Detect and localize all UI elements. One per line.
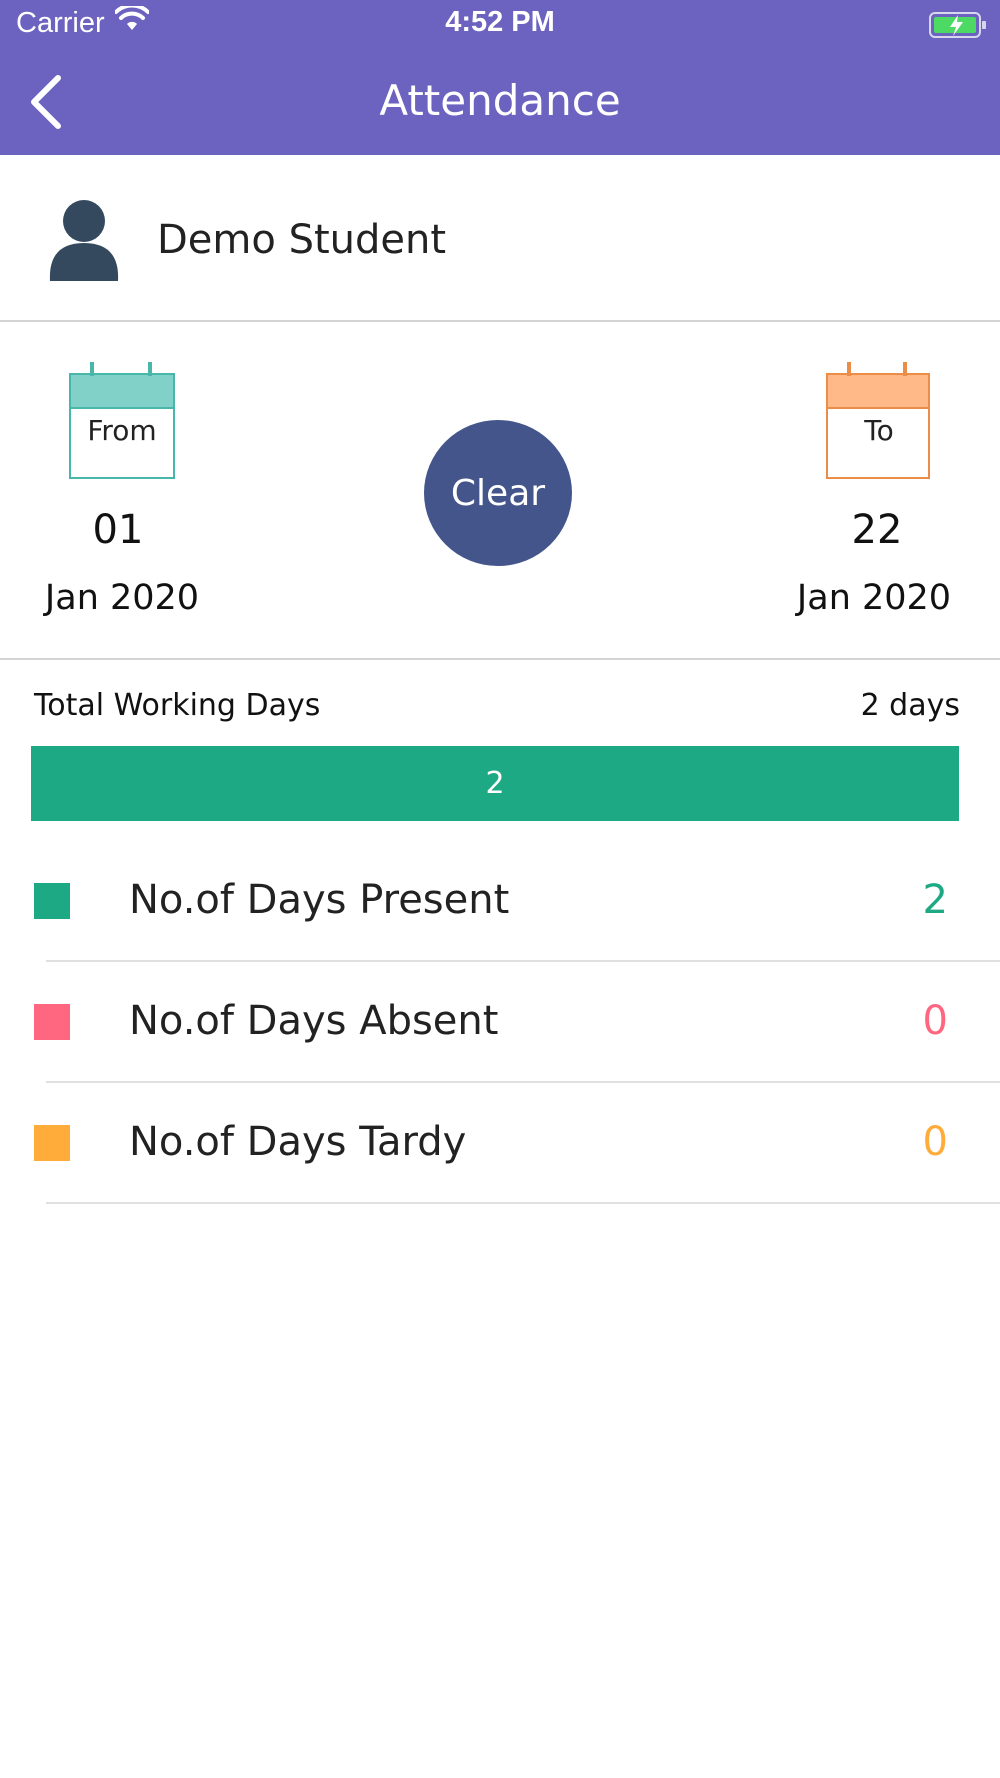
student-row: Demo Student	[0, 155, 1000, 322]
working-days-label: Total Working Days	[34, 688, 321, 723]
tardy-value: 0	[922, 1119, 948, 1165]
from-month-year: Jan 2020	[44, 578, 200, 618]
absent-color-swatch	[34, 1004, 70, 1040]
tardy-color-swatch	[34, 1125, 70, 1161]
app-header: Carrier 4:52 PM Attendance	[0, 0, 1000, 155]
working-days-bar-fill: 2	[31, 746, 959, 821]
from-date-picker[interactable]: From	[68, 362, 176, 480]
present-value: 2	[922, 877, 948, 923]
battery-icon	[928, 10, 988, 44]
absent-value: 0	[922, 998, 948, 1044]
from-label: From	[87, 414, 157, 447]
present-label: No.of Days Present	[129, 877, 510, 923]
clear-button[interactable]: Clear	[424, 420, 572, 566]
working-days-bar: 2	[31, 746, 959, 821]
person-icon	[46, 197, 122, 285]
from-day: 01	[92, 507, 144, 553]
tardy-label: No.of Days Tardy	[129, 1119, 467, 1165]
working-days-value: 2 days	[860, 688, 960, 723]
stat-row-tardy: No.of Days Tardy 0	[0, 1083, 1000, 1204]
stat-row-absent: No.of Days Absent 0	[0, 962, 1000, 1083]
absent-label: No.of Days Absent	[129, 998, 499, 1044]
status-time: 4:52 PM	[445, 6, 555, 38]
stat-row-present: No.of Days Present 2	[0, 841, 1000, 962]
to-label: To	[864, 414, 894, 447]
student-name: Demo Student	[157, 217, 447, 263]
date-range-section: From 01 Jan 2020 Clear To 22 Jan 2020	[0, 322, 1000, 660]
to-day: 22	[851, 507, 903, 553]
page-title: Attendance	[379, 76, 621, 125]
divider	[46, 1202, 1000, 1204]
present-color-swatch	[34, 883, 70, 919]
to-date-picker[interactable]: To	[825, 362, 933, 480]
to-month-year: Jan 2020	[796, 578, 952, 618]
